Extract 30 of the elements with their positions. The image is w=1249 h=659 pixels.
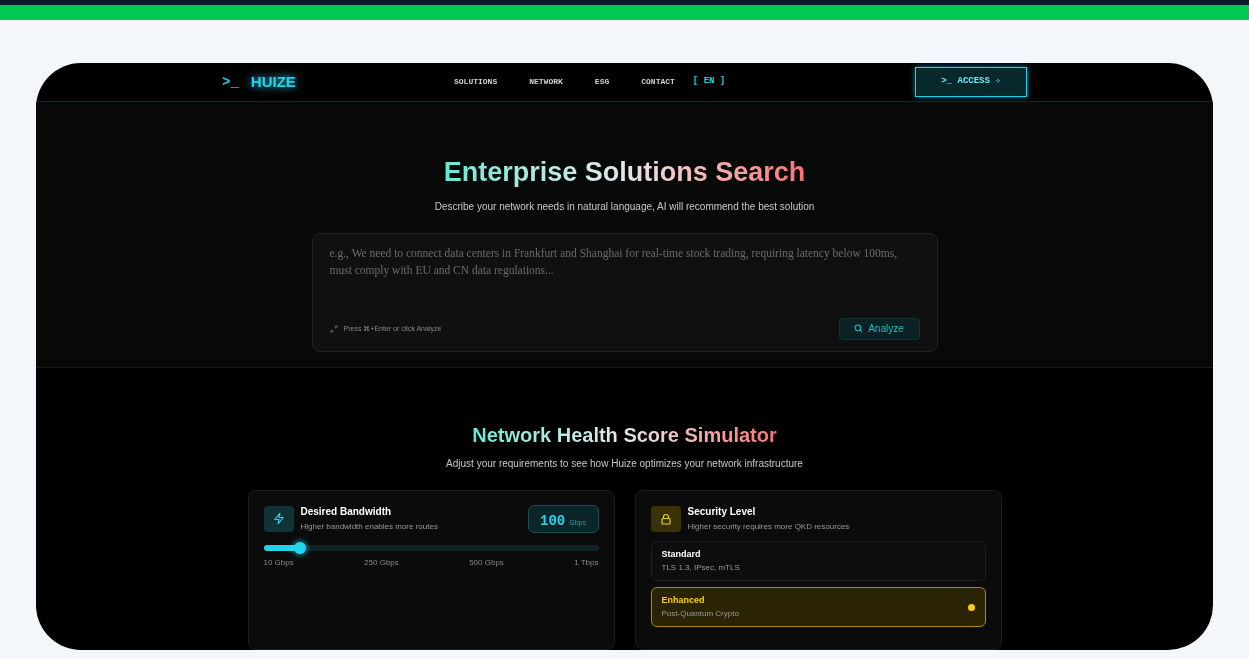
card-title: Desired Bandwidth: [300, 505, 393, 519]
nav-link[interactable]: ESG: [594, 76, 610, 89]
option-name: Enhanced: [661, 593, 706, 607]
nav-link[interactable]: SOLUTIONS: [454, 76, 498, 89]
section-subtitle: Adjust your requirements to see how Huize optimizes your network infrastructure: [446, 457, 803, 471]
logo[interactable]: HUIZE: [250, 70, 296, 94]
section-subtitle: Describe your network needs in natural language, AI will recommend the best solution: [434, 199, 815, 214]
bandwidth-slider[interactable]: [263, 542, 599, 554]
card-description: Higher security requires more QKD resources: [687, 521, 850, 533]
option-detail: Post-Quantum Crypto: [661, 608, 739, 621]
card-title: Security Level: [687, 505, 757, 519]
nav-link[interactable]: NETWORK: [529, 76, 563, 89]
slider-tick-label: 10 Gbps: [263, 557, 294, 569]
access-button[interactable]: >_ ACCESS ✧: [915, 67, 1027, 98]
slider-tick-label: 500 Gbps: [469, 557, 504, 569]
analyze-button[interactable]: Analyze: [838, 317, 920, 340]
language-selector[interactable]: [ EN ]: [692, 75, 726, 89]
slider-tick-label: 1 Tbps: [574, 557, 599, 569]
security-option[interactable]: Enhanced Post-Quantum Crypto: [650, 587, 986, 627]
option-name: Standard: [661, 547, 702, 561]
logo-prompt: >_: [222, 73, 239, 93]
card-description: Higher bandwidth enables more routes: [300, 521, 438, 533]
search-icon: [854, 324, 864, 334]
slider-tick-label: 250 Gbps: [364, 557, 399, 569]
security-option[interactable]: Standard TLS 1.3, IPsec, mTLS: [650, 541, 986, 581]
lightning-icon: [263, 505, 294, 532]
link-icon: [329, 324, 338, 333]
lock-icon: [650, 505, 681, 532]
nav-link[interactable]: CONTACT: [641, 76, 675, 89]
option-detail: TLS 1.3, IPsec, mTLS: [661, 562, 740, 575]
